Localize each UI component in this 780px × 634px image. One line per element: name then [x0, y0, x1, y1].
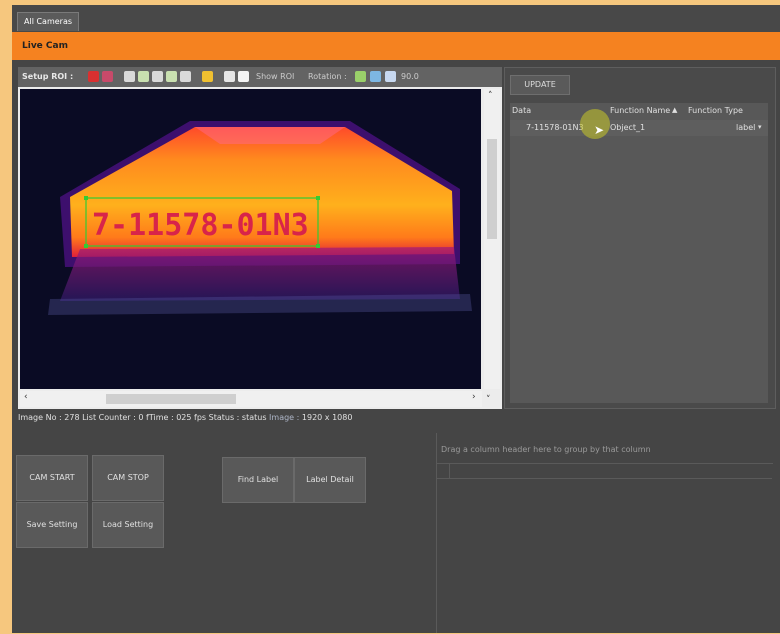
bottom-data-grid[interactable] [437, 463, 773, 634]
cam-start-button[interactable]: CAM START [16, 455, 88, 501]
cell-function-type[interactable]: label [736, 123, 755, 132]
results-panel: UPDATE Data Function Name ▲ Function Typ… [504, 67, 776, 409]
column-header-function-name[interactable]: Function Name [610, 106, 670, 115]
column-header-data[interactable]: Data [512, 106, 531, 115]
scroll-right-icon[interactable]: › [472, 392, 476, 402]
group-by-hint[interactable]: Drag a column header here to group by th… [441, 445, 651, 454]
list-counter-label: List Counter : [82, 413, 136, 422]
dropdown-arrow-icon[interactable]: ▾ [758, 123, 762, 131]
image-no-value: 278 [64, 413, 80, 422]
live-cam-header: Live Cam [12, 32, 780, 60]
save-setting-button[interactable]: Save Setting [16, 502, 88, 548]
status-value: status [241, 413, 267, 422]
control-buttons: CAM START CAM STOP Find Label Label Deta… [12, 430, 434, 633]
zoom-icon[interactable] [224, 71, 235, 82]
label-detail-button[interactable]: Label Detail [294, 457, 366, 503]
status-bar: Image No : 278 List Counter : 0 fTime : … [18, 413, 352, 422]
rotate-left-icon[interactable] [355, 71, 366, 82]
status-label: Status : [208, 413, 240, 422]
pen-icon[interactable] [124, 71, 135, 82]
vertical-scrollbar[interactable]: ˄ [484, 89, 500, 389]
table-row[interactable]: 7-11578-01N3 Object_1 label ▾ [510, 120, 768, 136]
tab-all-cameras[interactable]: All Cameras [17, 12, 80, 31]
rotation-label: Rotation : [308, 72, 347, 81]
cell-function-name[interactable]: Object_1 [610, 123, 645, 132]
mouse-pointer-icon: ➤ [594, 123, 605, 137]
grid-header-row[interactable] [449, 464, 772, 479]
camera-view[interactable]: 7-11578-01N3 [20, 89, 481, 389]
pen-icon[interactable] [180, 71, 191, 82]
pen-green-icon[interactable] [166, 71, 177, 82]
scroll-down-icon[interactable]: ˅ [486, 395, 491, 405]
lock-icon[interactable] [202, 71, 213, 82]
setup-roi-label: Setup ROI : [22, 72, 74, 81]
pen-icon[interactable] [152, 71, 163, 82]
camera-label-text: 7-11578-01N3 [92, 208, 309, 243]
app-window: All Cameras Live Cam Setup ROI : Show RO… [12, 5, 780, 633]
rotate-right-icon[interactable] [385, 71, 396, 82]
cam-stop-button[interactable]: CAM STOP [92, 455, 164, 501]
resize-icon[interactable] [238, 71, 249, 82]
ftime-label: fTime : [146, 413, 174, 422]
load-setting-button[interactable]: Load Setting [92, 502, 164, 548]
tab-bar: All Cameras [12, 5, 780, 32]
rotation-value: 90.0 [401, 72, 419, 81]
show-roi-button[interactable]: Show ROI [256, 72, 294, 81]
cell-data[interactable]: 7-11578-01N3 [526, 123, 584, 132]
sort-ascending-icon[interactable]: ▲ [672, 106, 677, 114]
ftime-value: 025 fps [176, 413, 207, 422]
roi-remove-icon[interactable] [102, 71, 113, 82]
image-no-label: Image No : [18, 413, 62, 422]
image-label: Image : [269, 413, 300, 422]
scroll-left-icon[interactable]: ‹ [24, 392, 28, 402]
vertical-scroll-thumb[interactable] [487, 139, 497, 239]
list-counter-value: 0 [138, 413, 144, 422]
roi-toolbar: Setup ROI : Show ROI Rotation : 90.0 [18, 67, 502, 87]
column-header-function-type[interactable]: Function Type [688, 106, 743, 115]
roi-add-icon[interactable] [88, 71, 99, 82]
horizontal-scroll-thumb[interactable] [106, 394, 236, 404]
find-label-button[interactable]: Find Label [222, 457, 294, 503]
image-size-value: 1920 x 1080 [301, 413, 353, 422]
results-grid: Data Function Name ▲ Function Type 7-115… [510, 103, 768, 403]
flip-icon[interactable] [370, 71, 381, 82]
pen-green-icon[interactable] [138, 71, 149, 82]
horizontal-scrollbar[interactable]: ‹ › [20, 391, 482, 407]
update-button[interactable]: UPDATE [510, 75, 570, 95]
bottom-grid-panel: Drag a column header here to group by th… [436, 433, 773, 633]
camera-panel: Setup ROI : Show ROI Rotation : 90.0 7-1… [18, 67, 502, 409]
